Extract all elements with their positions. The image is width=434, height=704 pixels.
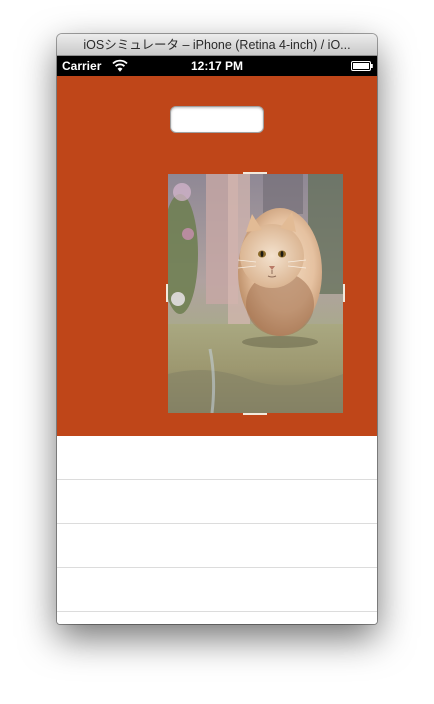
table-row[interactable] — [57, 480, 377, 524]
clock: 12:17 PM — [190, 59, 244, 73]
cat-photo-icon — [168, 174, 343, 413]
table-row[interactable] — [57, 524, 377, 568]
main-view — [57, 76, 377, 436]
text-field[interactable] — [170, 106, 264, 133]
table-row[interactable] — [57, 436, 377, 480]
image-handle-top — [243, 172, 267, 174]
table-view[interactable] — [57, 436, 377, 624]
image-handle-right — [343, 284, 345, 302]
status-bar: Carrier 12:17 PM — [57, 56, 377, 76]
simulator-window: iOSシミュレータ – iPhone (Retina 4-inch) / iO.… — [57, 34, 377, 624]
cat-image — [168, 174, 343, 413]
image-handle-left — [166, 284, 168, 302]
window-title: iOSシミュレータ – iPhone (Retina 4-inch) / iO.… — [57, 34, 377, 56]
image-handle-bottom — [243, 413, 267, 415]
battery-icon — [351, 61, 373, 71]
table-row[interactable] — [57, 568, 377, 612]
